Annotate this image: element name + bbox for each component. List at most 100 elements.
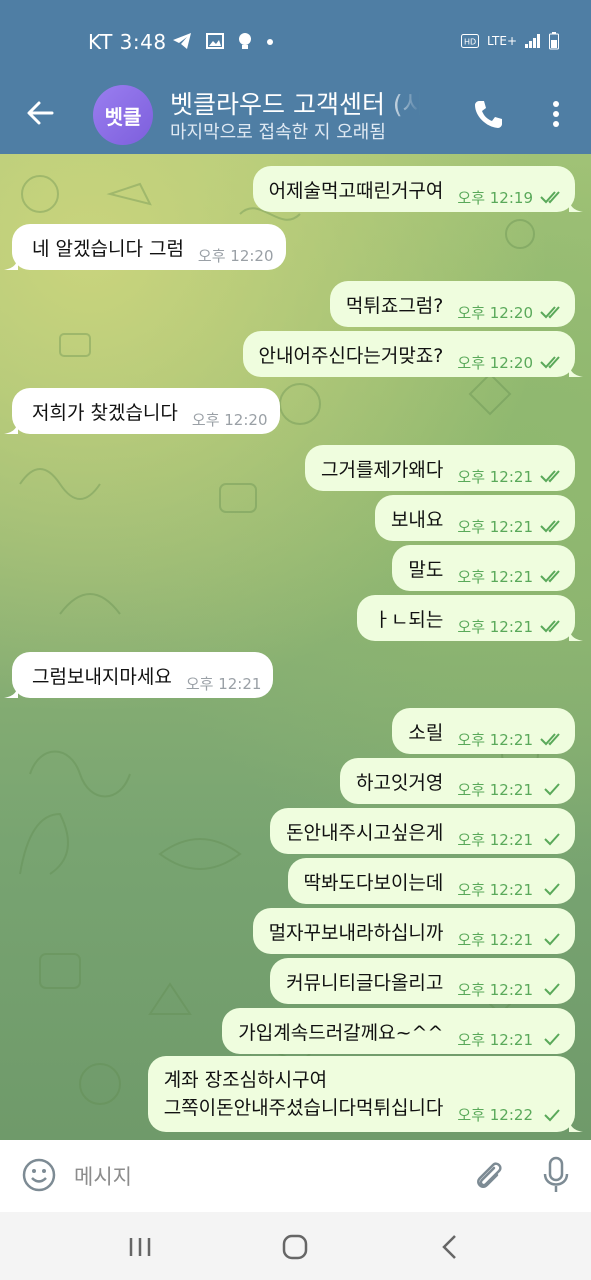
message-bubble-outgoing[interactable]: 계좌 장조심하시구여 그쪽이돈안내주셨습니다먹튀십니다 오후 12:22 xyxy=(147,1056,583,1132)
dot-icon xyxy=(267,39,273,45)
bubble-tail xyxy=(569,625,583,641)
status-time: KT 3:48 xyxy=(88,30,167,54)
more-vertical-icon[interactable] xyxy=(545,98,567,130)
home-icon[interactable] xyxy=(282,1234,308,1260)
message-bubble-incoming[interactable]: 저희가 찾겠습니다 오후 12:20 xyxy=(4,388,280,434)
status-system-icons: HD LTE+ xyxy=(461,32,559,50)
message-text: 저희가 찾겠습니다 xyxy=(32,401,178,424)
message-bubble-outgoing[interactable]: 그거를제가왜다 오후 12:21 xyxy=(305,445,575,491)
message-bubble-outgoing[interactable]: 하고잇거영 오후 12:21 xyxy=(339,758,575,804)
single-check-icon xyxy=(544,933,560,946)
chat-title[interactable]: 벳클라우드 고객센터 (사 xyxy=(170,85,420,121)
message-time: 오후 12:21 xyxy=(457,617,533,636)
bubble-tail xyxy=(569,1116,583,1132)
double-check-icon xyxy=(540,520,560,533)
message-bubble-outgoing[interactable]: 커뮤니티글다올리고 오후 12:21 xyxy=(270,958,575,1004)
message-time: 오후 12:21 xyxy=(457,980,533,999)
recent-apps-icon[interactable] xyxy=(128,1236,152,1258)
message-bubble-outgoing[interactable]: 딱봐도다보이는데 오후 12:21 xyxy=(287,858,575,904)
message-time: 오후 12:20 xyxy=(457,353,533,372)
message-text: ㅏㄴ되는 xyxy=(373,608,444,631)
status-notification-icons xyxy=(172,32,274,50)
message-bubble-outgoing[interactable]: 말도 오후 12:21 xyxy=(392,545,575,591)
message-bubble-incoming[interactable]: 네 알겠습니다 그럼 오후 12:20 xyxy=(4,224,286,270)
message-time: 오후 12:21 xyxy=(457,880,533,899)
message-text: 하고잇거영 xyxy=(355,771,444,794)
bulb-icon xyxy=(239,33,251,49)
double-check-icon xyxy=(540,570,560,583)
message-bubble-outgoing[interactable]: 먹튀죠그럼? 오후 12:20 xyxy=(329,281,575,327)
single-check-icon xyxy=(544,1108,560,1121)
message-text: 보내요 xyxy=(390,508,444,531)
message-text: 그거를제가왜다 xyxy=(321,458,444,481)
message-text: 말도 xyxy=(408,558,444,581)
system-nav-bar xyxy=(0,1212,591,1280)
message-text: 가입계속드러갈께요~^^ xyxy=(238,1021,444,1044)
bubble-tail xyxy=(4,254,18,270)
bubble-tail xyxy=(569,196,583,212)
message-time: 오후 12:20 xyxy=(457,303,533,322)
double-check-icon xyxy=(540,733,560,746)
message-input-bar: 메시지 xyxy=(0,1140,591,1212)
double-check-icon xyxy=(540,306,560,319)
message-time: 오후 12:20 xyxy=(191,410,268,429)
telegram-icon xyxy=(173,33,191,49)
single-check-icon xyxy=(544,1033,560,1046)
message-text: 먹튀죠그럼? xyxy=(345,294,444,317)
message-bubble-outgoing[interactable]: ㅏㄴ되는 오후 12:21 xyxy=(357,595,583,641)
single-check-icon xyxy=(544,783,560,796)
microphone-icon[interactable] xyxy=(540,1156,572,1194)
message-text: 딱봐도다보이는데 xyxy=(303,871,444,894)
message-bubble-outgoing[interactable]: 멀자꾸보내라하십니까 오후 12:21 xyxy=(252,908,575,954)
message-bubble-outgoing[interactable]: 소릴 오후 12:21 xyxy=(392,708,575,754)
message-text: 네 알겠습니다 그럼 xyxy=(32,237,184,260)
message-text: 멀자꾸보내라하십니까 xyxy=(268,921,444,944)
message-time: 오후 12:21 xyxy=(457,517,533,536)
message-text: 그쪽이돈안내주셨습니다먹튀십니다 xyxy=(163,1097,444,1119)
avatar[interactable]: 벳클 xyxy=(93,85,153,145)
status-bar: KT 3:48 HD LTE+ xyxy=(0,0,591,84)
message-time: 오후 12:21 xyxy=(185,674,262,693)
message-text: 소릴 xyxy=(408,721,444,744)
message-bubble-outgoing[interactable]: 안내어주신다는거맞죠? 오후 12:20 xyxy=(242,331,583,377)
message-time: 오후 12:20 xyxy=(197,246,274,265)
single-check-icon xyxy=(544,983,560,996)
chat-header: 벳클 벳클라우드 고객센터 (사 마지막으로 접속한 지 오래됨 xyxy=(0,84,591,154)
message-bubble-outgoing[interactable]: 가입계속드러갈께요~^^ 오후 12:21 xyxy=(222,1008,575,1054)
nav-back-icon[interactable] xyxy=(440,1234,458,1260)
message-time: 오후 12:22 xyxy=(457,1106,533,1124)
message-input[interactable]: 메시지 xyxy=(74,1161,132,1191)
double-check-icon xyxy=(540,356,560,369)
message-time: 오후 12:21 xyxy=(457,467,533,486)
message-time: 오후 12:21 xyxy=(457,1030,533,1049)
message-text: 돈안내주시고싶은게 xyxy=(286,821,444,844)
message-text: 어제술먹고때린거구여 xyxy=(268,179,444,202)
bubble-tail xyxy=(4,682,18,698)
signal-icon xyxy=(525,34,540,48)
svg-text:HD: HD xyxy=(464,38,476,47)
message-time: 오후 12:21 xyxy=(457,567,533,586)
message-bubble-outgoing[interactable]: 어제술먹고때린거구여 오후 12:19 xyxy=(252,166,583,212)
single-check-icon xyxy=(544,833,560,846)
chat-area[interactable]: 어제술먹고때린거구여 오후 12:19 네 알겠습니다 그럼 오후 12:20 … xyxy=(0,154,591,1140)
battery-icon xyxy=(549,32,559,50)
message-bubble-outgoing[interactable]: 돈안내주시고싶은게 오후 12:21 xyxy=(270,808,575,854)
message-time: 오후 12:21 xyxy=(457,730,533,749)
double-check-icon xyxy=(540,620,560,633)
emoji-icon[interactable] xyxy=(22,1158,56,1192)
message-bubble-outgoing[interactable]: 보내요 오후 12:21 xyxy=(374,495,575,541)
attach-icon[interactable] xyxy=(472,1158,504,1192)
message-time: 오후 12:19 xyxy=(457,188,533,207)
message-text: 그럼보내지마세요 xyxy=(32,665,172,688)
bubble-tail xyxy=(569,361,583,377)
message-time: 오후 12:21 xyxy=(457,930,533,949)
gallery-icon xyxy=(206,33,224,49)
hd-icon: HD xyxy=(461,34,479,48)
message-bubble-incoming[interactable]: 그럼보내지마세요 오후 12:21 xyxy=(4,652,274,698)
message-text: 계좌 장조심하시구여 xyxy=(163,1069,328,1091)
message-time: 오후 12:21 xyxy=(457,830,533,849)
phone-icon[interactable] xyxy=(472,98,504,130)
message-text: 커뮤니티글다올리고 xyxy=(286,971,444,994)
double-check-icon xyxy=(540,191,560,204)
back-arrow-icon[interactable] xyxy=(24,96,58,130)
